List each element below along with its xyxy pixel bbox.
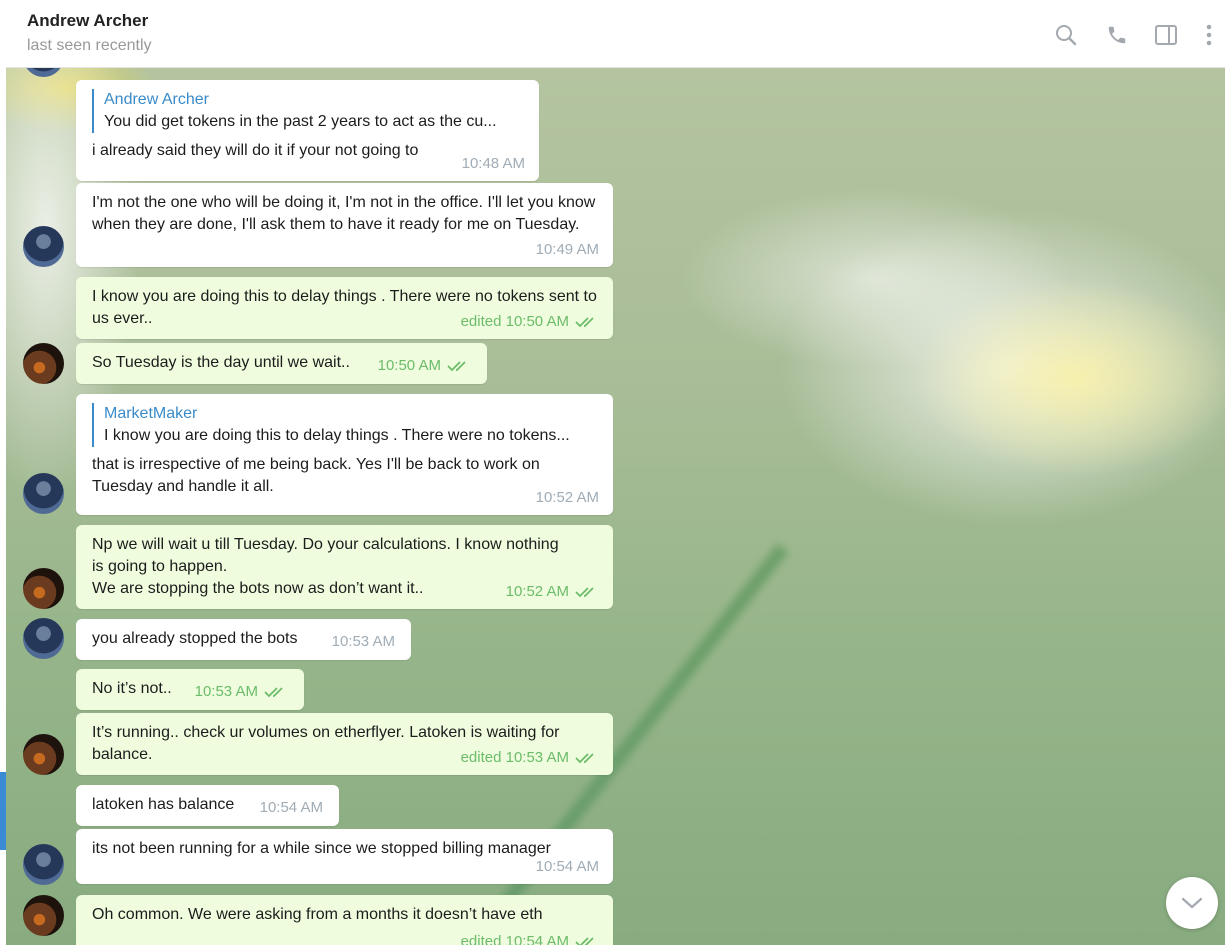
message-time: 10:53 AM [195, 681, 288, 703]
message-time: 10:54 AM [259, 799, 323, 816]
reply-author: Andrew Archer [104, 91, 209, 108]
message-time: 10:54 AM [535, 858, 599, 875]
search-icon[interactable] [1053, 22, 1079, 48]
message-history[interactable]: Andrew Archer You did get tokens in the … [6, 68, 1225, 945]
message-time: 10:52 AM [535, 489, 599, 506]
avatar-marketmaker[interactable] [23, 734, 64, 775]
message-text: I'm not the one who will be doing it, I'… [92, 194, 600, 233]
avatar-andrew-archer[interactable] [23, 618, 64, 659]
message-bubble-outgoing[interactable]: It’s running.. check ur volumes on ether… [76, 713, 613, 775]
message-time: 10:53 AM [331, 633, 395, 650]
message-bubble-incoming[interactable]: MarketMaker I know you are doing this to… [76, 394, 613, 515]
message-time: 10:52 AM [506, 581, 599, 603]
message-bubble-outgoing[interactable]: Np we will wait u till Tuesday. Do your … [76, 525, 613, 609]
message-bubble-outgoing[interactable]: No it’s not.. 10:53 AM [76, 669, 304, 710]
read-checkmarks-icon [264, 687, 283, 698]
more-menu-icon[interactable] [1196, 22, 1222, 48]
reply-snippet: You did get tokens in the past 2 years t… [104, 113, 497, 130]
read-checkmarks-icon [575, 317, 594, 328]
avatar-andrew-archer[interactable] [23, 68, 64, 77]
message-text: i already said they will do it if your n… [92, 142, 419, 159]
message-time: edited 10:50 AM [461, 311, 599, 333]
message-time: 10:48 AM [461, 155, 525, 172]
reply-quote[interactable]: Andrew Archer You did get tokens in the … [92, 89, 523, 133]
phone-icon[interactable] [1104, 22, 1130, 48]
reply-snippet: I know you are doing this to delay thing… [104, 427, 570, 444]
avatar-marketmaker[interactable] [23, 568, 64, 609]
avatar-marketmaker[interactable] [23, 895, 64, 936]
avatar-andrew-archer[interactable] [23, 844, 64, 885]
read-checkmarks-icon [575, 587, 594, 598]
avatar-marketmaker[interactable] [23, 343, 64, 384]
chat-header: Andrew Archer last seen recently [6, 0, 1225, 68]
message-time: 10:50 AM [378, 355, 471, 377]
read-checkmarks-icon [575, 753, 594, 764]
scroll-to-bottom-button[interactable] [1166, 877, 1218, 929]
message-bubble-incoming[interactable]: its not been running for a while since w… [76, 829, 613, 884]
chat-title[interactable]: Andrew Archer [27, 11, 148, 31]
message-time: edited 10:53 AM [461, 747, 599, 769]
message-bubble-outgoing[interactable]: I know you are doing this to delay thing… [76, 277, 613, 339]
chevron-down-icon [1181, 897, 1203, 909]
message-text: Oh common. We were asking from a months … [92, 906, 543, 923]
reply-quote[interactable]: MarketMaker I know you are doing this to… [92, 403, 597, 447]
chat-status: last seen recently [27, 37, 152, 54]
avatar-andrew-archer[interactable] [23, 473, 64, 514]
message-bubble-incoming[interactable]: latoken has balance 10:54 AM [76, 785, 339, 826]
sidebar-toggle-icon[interactable] [1153, 22, 1179, 48]
message-bubble-outgoing[interactable]: So Tuesday is the day until we wait.. 10… [76, 343, 487, 384]
read-checkmarks-icon [575, 937, 594, 945]
reply-author: MarketMaker [104, 405, 198, 422]
message-time: edited 10:54 AM [461, 931, 599, 945]
message-text: its not been running for a while since w… [92, 840, 551, 857]
message-time: 10:49 AM [535, 241, 599, 258]
message-bubble-incoming[interactable]: you already stopped the bots 10:53 AM [76, 619, 411, 660]
read-checkmarks-icon [447, 361, 466, 372]
message-bubble-incoming[interactable]: Andrew Archer You did get tokens in the … [76, 80, 539, 181]
message-bubble-incoming[interactable]: I'm not the one who will be doing it, I'… [76, 183, 613, 267]
avatar-andrew-archer[interactable] [23, 226, 64, 267]
message-text: that is irrespective of me being back. Y… [92, 456, 544, 495]
message-bubble-outgoing[interactable]: Oh common. We were asking from a months … [76, 895, 613, 945]
